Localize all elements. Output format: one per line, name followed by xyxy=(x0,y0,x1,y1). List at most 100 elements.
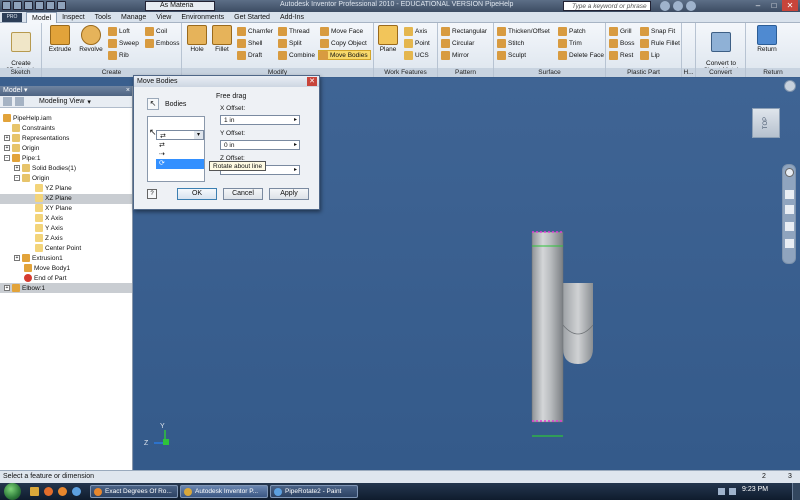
tree-item-yz-plane[interactable]: YZ Plane xyxy=(35,183,72,193)
rectangular-button[interactable]: Rectangular xyxy=(441,26,487,36)
move-type-dropdown[interactable]: ⇄ ▾ xyxy=(156,130,204,140)
modeling-view-dropdown[interactable]: Modeling View xyxy=(39,98,84,105)
x-offset-arrow-icon[interactable]: ▸ xyxy=(294,116,297,123)
circular-button[interactable]: Circular xyxy=(441,38,474,48)
steering-wheel-icon[interactable] xyxy=(785,168,794,177)
orbit-icon[interactable] xyxy=(785,222,794,231)
help-icon[interactable]: ? xyxy=(147,189,157,199)
lip-button[interactable]: Lip xyxy=(640,50,660,60)
tab-model[interactable]: Model xyxy=(26,11,58,23)
dialog-close-button[interactable]: ✕ xyxy=(307,77,317,86)
new-icon[interactable] xyxy=(13,1,22,10)
move-type-option-free-drag[interactable]: ⇄ xyxy=(156,141,204,150)
copy-object-button[interactable]: Copy Object xyxy=(320,38,367,48)
tree-item-xy-plane[interactable]: XY Plane xyxy=(35,203,72,213)
tab-manage[interactable]: Manage xyxy=(116,12,151,23)
pipe-part[interactable] xyxy=(531,231,564,437)
viewcube-home-icon[interactable] xyxy=(784,80,796,92)
expand-plus-icon[interactable]: + xyxy=(4,135,10,141)
ok-button[interactable]: OK xyxy=(177,188,217,200)
search-input[interactable]: Type a keyword or phrase xyxy=(563,1,651,11)
tree-item-pipe[interactable]: − Pipe:1 xyxy=(4,153,40,163)
z-offset-arrow-icon[interactable]: ▸ xyxy=(294,166,297,173)
emboss-button[interactable]: Emboss xyxy=(145,38,179,48)
tree-item-move-body1[interactable]: Move Body1 xyxy=(24,263,70,273)
tree-item-z-axis[interactable]: Z Axis xyxy=(35,233,63,243)
create-2d-sketch-button[interactable]: Create 2D Sketch xyxy=(4,25,38,74)
browser-close-icon[interactable]: × xyxy=(126,86,130,96)
cancel-button[interactable]: Cancel xyxy=(223,188,263,200)
explorer-icon[interactable] xyxy=(30,487,39,496)
y-offset-field[interactable]: 0 in ▸ xyxy=(220,140,300,150)
split-button[interactable]: Split xyxy=(278,38,302,48)
pan-icon[interactable] xyxy=(785,190,794,199)
start-button[interactable] xyxy=(4,483,21,500)
expand-plus-icon[interactable]: + xyxy=(14,165,20,171)
clock[interactable]: 9:23 PM xyxy=(742,486,768,493)
save-icon[interactable] xyxy=(35,1,44,10)
undo-icon[interactable] xyxy=(46,1,55,10)
look-at-icon[interactable] xyxy=(785,239,794,248)
collapse-minus-icon[interactable]: − xyxy=(14,175,20,181)
y-offset-arrow-icon[interactable]: ▸ xyxy=(294,141,297,148)
expand-plus-icon[interactable]: + xyxy=(4,285,10,291)
task-paint[interactable]: PipeRotate2 - Paint xyxy=(270,485,358,498)
tab-get-started[interactable]: Get Started xyxy=(229,12,275,23)
plane-button[interactable]: Plane xyxy=(376,25,400,53)
tree-item-extrusion1[interactable]: + Extrusion1 xyxy=(14,253,63,263)
maximize-button[interactable]: □ xyxy=(766,0,782,11)
move-type-option-rotate-about-line[interactable]: ⟳ xyxy=(156,159,204,169)
expand-icon[interactable] xyxy=(15,97,24,106)
app-menu-icon[interactable] xyxy=(2,1,11,10)
tree-item-end-of-part[interactable]: End of Part xyxy=(24,273,67,283)
star-icon[interactable] xyxy=(673,1,683,11)
tree-item-xz-plane[interactable]: XZ Plane xyxy=(35,193,72,203)
tree-item-y-axis[interactable]: Y Axis xyxy=(35,223,63,233)
redo-icon[interactable] xyxy=(57,1,66,10)
task-autodesk-inventor[interactable]: Autodesk Inventor P... xyxy=(180,485,268,498)
app-icon[interactable] xyxy=(72,487,81,496)
task-exact-degrees[interactable]: Exact Degrees Of Ro... xyxy=(90,485,178,498)
tree-item-constraints[interactable]: Constraints xyxy=(12,123,55,133)
x-offset-field[interactable]: 1 in ▸ xyxy=(220,115,300,125)
point-button[interactable]: Point xyxy=(404,38,430,48)
chamfer-button[interactable]: Chamfer xyxy=(237,26,273,36)
coil-button[interactable]: Coil xyxy=(145,26,167,36)
tab-tools[interactable]: Tools xyxy=(90,12,116,23)
return-button[interactable]: Return xyxy=(752,25,782,53)
expand-plus-icon[interactable]: + xyxy=(4,145,10,151)
axis-button[interactable]: Axis xyxy=(404,26,427,36)
ucs-button[interactable]: UCS xyxy=(404,50,429,60)
tree-item-pipe-origin[interactable]: − Origin xyxy=(14,173,49,183)
draft-button[interactable]: Draft xyxy=(237,50,262,60)
move-bodies-button[interactable]: Move Bodies xyxy=(318,50,371,60)
tree-item-assembly[interactable]: PipeHelp.iam xyxy=(3,113,52,123)
collapse-minus-icon[interactable]: − xyxy=(4,155,10,161)
combine-button[interactable]: Combine xyxy=(278,50,315,60)
move-face-button[interactable]: Move Face xyxy=(320,26,363,36)
binoculars-icon[interactable] xyxy=(660,1,670,11)
tab-inspect[interactable]: Inspect xyxy=(57,12,90,23)
shell-button[interactable]: Shell xyxy=(237,38,262,48)
thicken-offset-button[interactable]: Thicken/Offset xyxy=(497,26,550,36)
thread-button[interactable]: Thread xyxy=(278,26,310,36)
filter-icon[interactable] xyxy=(3,97,12,106)
revolve-button[interactable]: Revolve xyxy=(76,25,106,53)
help-icon[interactable] xyxy=(686,1,696,11)
network-icon[interactable] xyxy=(718,488,725,495)
media-icon[interactable] xyxy=(44,487,53,496)
hole-button[interactable]: Hole xyxy=(185,25,209,53)
tree-item-elbow[interactable]: + Elbow:1 xyxy=(4,283,45,293)
extrude-button[interactable]: Extrude xyxy=(46,25,74,53)
tree-item-x-axis[interactable]: X Axis xyxy=(35,213,63,223)
browser-icon[interactable] xyxy=(58,487,67,496)
minimize-button[interactable]: – xyxy=(750,0,766,11)
volume-icon[interactable] xyxy=(729,488,736,495)
trim-button[interactable]: Trim xyxy=(558,38,582,48)
sweep-button[interactable]: Sweep xyxy=(108,38,139,48)
apply-button[interactable]: Apply xyxy=(269,188,309,200)
sculpt-button[interactable]: Sculpt xyxy=(497,50,526,60)
patch-button[interactable]: Patch xyxy=(558,26,586,36)
boss-button[interactable]: Boss xyxy=(609,38,634,48)
tab-environments[interactable]: Environments xyxy=(176,12,229,23)
